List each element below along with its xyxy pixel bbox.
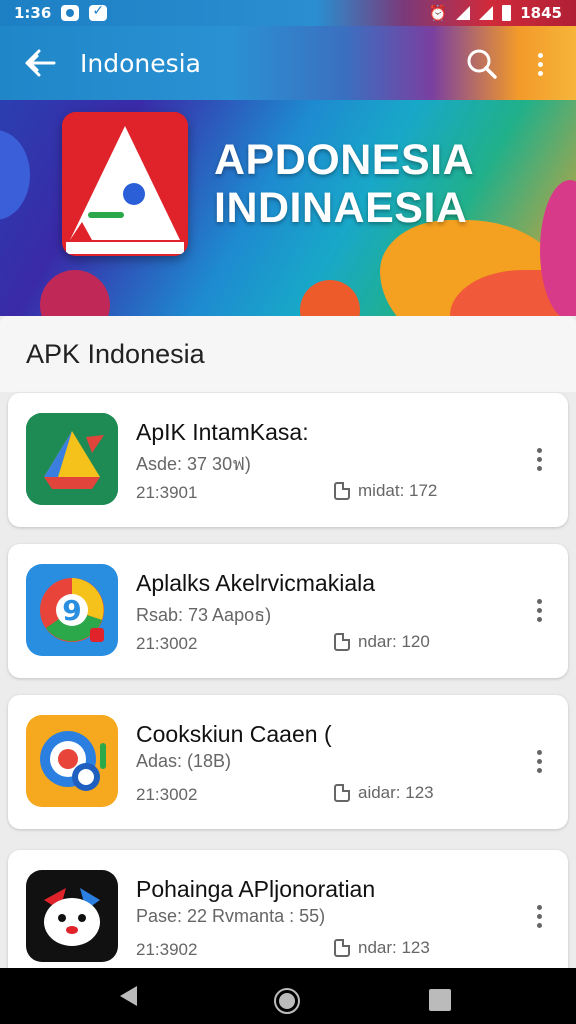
mascot-app-icon (26, 870, 118, 962)
more-vert-icon (536, 904, 542, 910)
back-button[interactable] (0, 26, 80, 100)
item-more-button[interactable] (526, 439, 552, 479)
battery-icon (502, 5, 512, 21)
banner-logo (62, 112, 188, 256)
app-list-item[interactable]: Pohainga APljonoratian Pase: 22 Rvmanta … (8, 850, 568, 984)
more-vert-icon (536, 447, 542, 453)
nav-home-icon[interactable] (274, 988, 300, 1014)
banner-title-line1: APDONESIA (214, 136, 475, 184)
search-button[interactable] (462, 44, 502, 84)
search-icon (467, 49, 497, 79)
search-lens-app-icon (26, 715, 118, 807)
app-name: Aplalks Akelrvicmakiala (136, 570, 376, 596)
back-arrow-icon (25, 49, 56, 77)
more-vert-icon (537, 52, 543, 58)
app-size: 21:3901 (136, 483, 198, 502)
app-subtitle: Rsab: 73 Aapoธ) (136, 605, 272, 625)
section-header: APK Indonesia (0, 316, 576, 392)
banner-title: APDONESIA INDINAESIA (214, 136, 474, 232)
file-label: midat: 172 (358, 481, 438, 500)
triangle-app-icon (26, 413, 118, 505)
app-subtitle: Pase: 22 Rvmanta : 55) (136, 906, 326, 926)
nav-back-icon[interactable] (120, 986, 137, 1006)
item-more-button[interactable] (526, 590, 552, 630)
app-file-info: ndar: 120 (334, 632, 430, 652)
app-file-info: ndar: 123 (334, 938, 430, 958)
signal-icon (479, 6, 494, 20)
app-name: Cookskiun Caaen ( (136, 721, 332, 747)
wifi-icon (456, 6, 471, 20)
hero-banner: APDONESIA INDINAESIA (0, 100, 576, 316)
app-size: 21:3902 (136, 940, 198, 959)
more-vert-icon (536, 598, 542, 604)
page-title: Indonesia (80, 48, 201, 78)
app-bar: Indonesia (0, 26, 576, 100)
notification-icon (61, 5, 80, 21)
app-list-item[interactable]: Cookskiun Caaen ( Adas: (18B) 21:3002 ai… (8, 695, 568, 829)
status-bar: 1:36 ⏰ 1845 (0, 0, 576, 26)
app-size: 21:3002 (136, 785, 198, 804)
app-file-info: aidar: 123 (334, 783, 434, 803)
file-icon (334, 784, 350, 802)
app-subtitle: Adas: (18B) (136, 751, 232, 771)
banner-title-line2: INDINAESIA (214, 184, 468, 232)
nav-recents-icon[interactable] (429, 989, 451, 1011)
svg-text:9: 9 (62, 594, 81, 627)
app-file-info: midat: 172 (334, 481, 437, 501)
more-options-button[interactable] (524, 44, 556, 84)
check-notification-icon (89, 3, 108, 21)
more-vert-icon (536, 749, 542, 755)
file-label: ndar: 120 (358, 632, 430, 651)
app-list-item[interactable]: ApIK IntamKasa: Asde: 37 30ฟ) 21:3901 mi… (8, 393, 568, 527)
file-icon (334, 482, 350, 500)
status-clock: 1845 (520, 4, 562, 22)
app-subtitle: Asde: 37 30ฟ) (136, 454, 251, 474)
file-label: aidar: 123 (358, 783, 434, 802)
file-icon (334, 939, 350, 957)
app-list-item[interactable]: 9 Aplalks Akelrvicmakiala Rsab: 73 Aapoธ… (8, 544, 568, 678)
alarm-icon: ⏰ (428, 4, 448, 22)
status-time: 1:36 (14, 4, 52, 22)
section-title: APK Indonesia (26, 338, 205, 369)
app-size: 21:3002 (136, 634, 198, 653)
item-more-button[interactable] (526, 896, 552, 936)
app-name: ApIK IntamKasa: (136, 419, 309, 445)
file-label: ndar: 123 (358, 938, 430, 957)
file-icon (334, 633, 350, 651)
chrome-style-app-icon: 9 (26, 564, 118, 656)
app-name: Pohainga APljonoratian (136, 876, 376, 902)
item-more-button[interactable] (526, 741, 552, 781)
status-icons: ⏰ 1845 (429, 4, 562, 22)
system-nav-bar (0, 968, 576, 1024)
